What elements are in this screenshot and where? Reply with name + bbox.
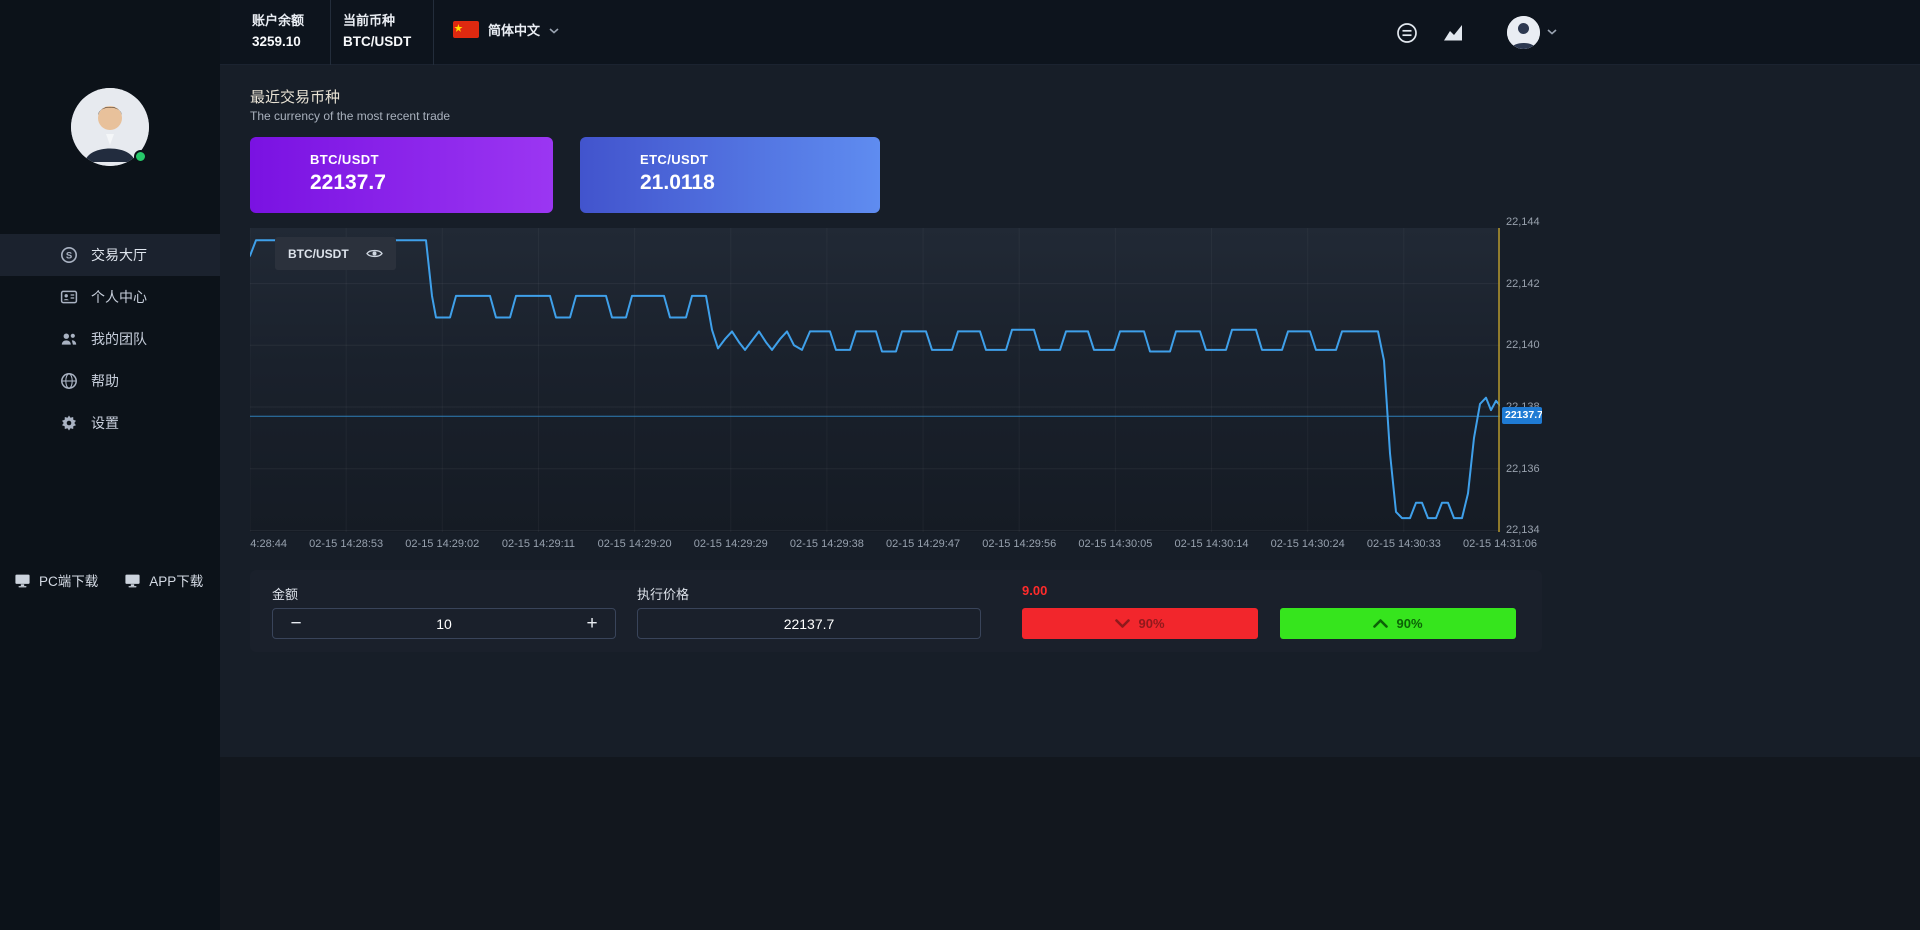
amount-input[interactable]: 10 — [319, 616, 569, 632]
current-price-badge: 22137.7 — [1502, 407, 1542, 424]
chart-icon[interactable] — [1442, 22, 1464, 44]
gear-icon — [60, 414, 78, 432]
header-divider — [433, 0, 434, 65]
chart-pair-label: BTC/USDT — [288, 247, 349, 261]
buy-percent-label: 90% — [1396, 616, 1422, 631]
execution-price-input[interactable]: 22137.7 — [637, 608, 981, 639]
account-balance: 账户余额 3259.10 — [252, 11, 304, 52]
sidebar-item-label: 设置 — [91, 413, 119, 433]
language-selector[interactable]: 简体中文 — [453, 20, 559, 39]
coin-icon: S — [60, 246, 78, 264]
time-axis-label: 02-15 14:30:24 — [1271, 538, 1345, 550]
app-download-link[interactable]: APP下载 — [124, 570, 203, 590]
time-axis-label: 02-15 14:29:29 — [694, 538, 768, 550]
sidebar-item-label: 我的团队 — [91, 329, 147, 349]
header-divider — [330, 0, 331, 65]
header-avatar[interactable] — [1507, 16, 1540, 49]
china-flag-icon — [453, 21, 479, 38]
user-avatar[interactable] — [71, 88, 149, 166]
globe-icon — [60, 372, 78, 390]
balance-value: 3259.10 — [252, 31, 304, 52]
pair-value: BTC/USDT — [343, 31, 411, 52]
time-axis: 02-15 14:28:44 02-15 14:28:53 02-15 14:29:… — [250, 537, 1542, 553]
time-axis-label: 02-15 14:29:02 — [405, 538, 479, 550]
time-axis-label: 02-15 14:30:14 — [1175, 538, 1249, 550]
balance-label: 账户余额 — [252, 11, 304, 31]
sidebar-nav: S 交易大厅 个人中心 我的团队 帮助 设置 — [0, 234, 220, 444]
sell-down-button[interactable]: 90% — [1022, 608, 1258, 639]
chart-pair-chip[interactable]: BTC/USDT — [275, 237, 396, 270]
sidebar-item-help[interactable]: 帮助 — [0, 360, 220, 402]
buy-up-button[interactable]: 90% — [1280, 608, 1516, 639]
id-card-icon — [60, 288, 78, 306]
card-price-value: 22137.7 — [310, 171, 553, 195]
sidebar-item-label: 交易大厅 — [91, 245, 147, 265]
sidebar-item-team[interactable]: 我的团队 — [0, 318, 220, 360]
svg-text:S: S — [66, 250, 72, 261]
monitor-icon — [124, 572, 141, 589]
price-axis-label: 22,134 — [1506, 524, 1540, 536]
execution-price-label: 执行价格 — [637, 584, 689, 603]
time-axis-label: 02-15 14:29:20 — [598, 538, 672, 550]
price-axis-label: 22,142 — [1506, 278, 1540, 290]
time-axis-label: 02-15 14:31:06 — [1463, 538, 1537, 550]
time-axis-label: 02-15 14:28:44 — [250, 538, 287, 550]
increase-amount-button[interactable]: + — [569, 609, 615, 638]
time-axis-label: 02-15 14:29:11 — [502, 538, 575, 550]
card-pair-label: ETC/USDT — [640, 152, 880, 167]
list-circle-icon[interactable] — [1396, 22, 1418, 44]
account-menu-chevron-icon[interactable] — [1547, 29, 1557, 35]
caret-up-icon — [1373, 619, 1388, 628]
card-price-value: 21.0118 — [640, 171, 880, 195]
current-pair: 当前币种 BTC/USDT — [343, 11, 411, 52]
chevron-down-icon — [549, 28, 559, 34]
price-chart-canvas[interactable] — [250, 228, 1500, 532]
pair-label: 当前币种 — [343, 11, 411, 31]
download-label: APP下载 — [149, 570, 203, 590]
caret-down-icon — [1115, 619, 1130, 628]
sidebar-item-settings[interactable]: 设置 — [0, 402, 220, 444]
time-axis-label: 02-15 14:29:47 — [886, 538, 960, 550]
time-axis-label: 02-15 14:28:53 — [309, 538, 383, 550]
price-axis: 22,14422,14222,14022,13822,13622,134 — [1506, 228, 1546, 532]
pair-card-btc[interactable]: BTC/USDT 22137.7 — [250, 137, 553, 213]
sidebar-item-profile[interactable]: 个人中心 — [0, 276, 220, 318]
amount-stepper: − 10 + — [272, 608, 616, 639]
monitor-icon — [14, 572, 31, 589]
time-axis-label: 02-15 14:30:05 — [1078, 538, 1152, 550]
price-axis-label: 22,140 — [1506, 339, 1540, 351]
price-axis-label: 22,144 — [1506, 216, 1540, 228]
eye-icon[interactable] — [366, 248, 383, 259]
countdown-timer: 9.00 — [1022, 583, 1047, 598]
price-axis-label: 22,136 — [1506, 463, 1540, 475]
sidebar-item-label: 帮助 — [91, 371, 119, 391]
amount-label: 金额 — [272, 584, 298, 603]
time-axis-label: 02-15 14:30:33 — [1367, 538, 1441, 550]
recent-trades-title: 最近交易币种 — [250, 86, 340, 107]
pair-card-etc[interactable]: ETC/USDT 21.0118 — [580, 137, 880, 213]
download-links: PC端下载 APP下载 — [14, 570, 203, 590]
download-label: PC端下载 — [39, 570, 98, 590]
time-axis-label: 02-15 14:29:38 — [790, 538, 864, 550]
sell-percent-label: 90% — [1138, 616, 1164, 631]
sidebar-item-label: 个人中心 — [91, 287, 147, 307]
time-axis-label: 02-15 14:29:56 — [982, 538, 1056, 550]
language-label: 简体中文 — [488, 20, 540, 39]
sidebar-item-trade-hall[interactable]: S 交易大厅 — [0, 234, 220, 276]
card-pair-label: BTC/USDT — [310, 152, 553, 167]
recent-trades-subtitle: The currency of the most recent trade — [250, 109, 450, 123]
pc-download-link[interactable]: PC端下载 — [14, 570, 98, 590]
sidebar: S 交易大厅 个人中心 我的团队 帮助 设置 — [0, 0, 220, 930]
decrease-amount-button[interactable]: − — [273, 609, 319, 638]
top-header: 账户余额 3259.10 当前币种 BTC/USDT 简体中文 — [220, 0, 1920, 65]
team-icon — [60, 330, 78, 348]
trade-panel: 金额 − 10 + 执行价格 22137.7 9.00 90% 90% — [250, 570, 1542, 652]
online-status-dot — [134, 150, 147, 163]
